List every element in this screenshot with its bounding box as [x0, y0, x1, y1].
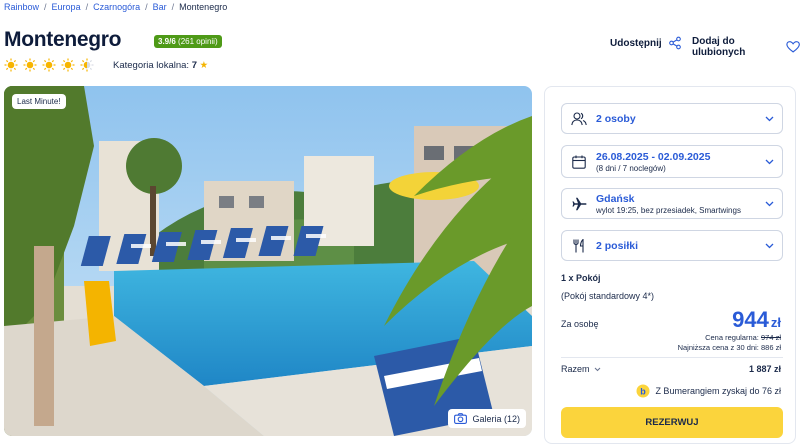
room-type: (Pokój standardowy 4*) [561, 291, 655, 301]
camera-icon [454, 413, 468, 424]
share-label: Udostępnij [610, 37, 662, 49]
sun-half-icon [80, 58, 94, 72]
sun-rating [4, 58, 94, 72]
sun-icon [4, 58, 18, 72]
breadcrumb-separator: / [145, 2, 148, 12]
dates-duration: (8 dni / 7 noclegów) [596, 163, 666, 173]
hotel-title: Montenegro [4, 28, 122, 51]
rating-count: (261 opinii) [178, 37, 218, 46]
share-button[interactable]: Udostępnij [610, 36, 682, 50]
favorite-button[interactable]: Dodaj do ulubionych [692, 36, 800, 58]
regular-price-value: 974 zł [760, 333, 781, 342]
gallery-button[interactable]: Galeria (12) [448, 409, 526, 428]
breadcrumb-current: Montenegro [179, 2, 228, 12]
meals-value: 2 posiłki [596, 239, 639, 252]
breadcrumb-link-bar[interactable]: Bar [153, 2, 167, 12]
persons-value: 2 osoby [596, 112, 636, 125]
per-person-label: Za osobę [561, 319, 599, 329]
chevron-down-icon [765, 116, 774, 121]
breadcrumb-separator: / [44, 2, 47, 12]
persons-select[interactable]: 2 osoby [561, 103, 783, 134]
cutlery-icon [570, 238, 588, 253]
favorite-label: Dodaj do ulubionych [692, 36, 746, 58]
local-category-value: 7 [191, 60, 197, 71]
departure-details: wylot 19:25, bez przesiadek, Smartwings [596, 205, 741, 215]
rating-badge[interactable]: 3.9/6 (261 opinii) [154, 35, 222, 48]
breadcrumb-link-rainbow[interactable]: Rainbow [4, 2, 39, 12]
breadcrumb-link-europa[interactable]: Europa [52, 2, 81, 12]
plane-icon [570, 197, 588, 211]
total-label: Razem [561, 364, 590, 374]
rating-score: 3.9/6 [158, 37, 176, 46]
booking-panel: 2 osoby 26.08.2025 - 02.09.2025 (8 dni /… [544, 86, 796, 444]
total-value: 1 887 zł [748, 364, 781, 374]
gallery-label: Galeria (12) [472, 413, 520, 424]
breadcrumb-link-czarnogora[interactable]: Czarnogóra [93, 2, 140, 12]
pool-photo [4, 86, 532, 436]
hotel-photo[interactable]: Last Minute! Galeria (12) [4, 86, 532, 436]
chevron-down-icon [765, 201, 774, 206]
boomerang-info: b Z Bumerangiem zyskaj do 76 zł [636, 384, 781, 398]
boomerang-logo-icon: b [636, 384, 650, 398]
svg-text:b: b [641, 386, 647, 396]
price-currency: zł [770, 315, 781, 330]
heart-icon [786, 41, 800, 53]
last-minute-badge: Last Minute! [12, 94, 66, 109]
departure-select[interactable]: Gdańsk wylot 19:25, bez przesiadek, Smar… [561, 188, 783, 219]
price-per-person: 944 zł [732, 307, 781, 333]
price-value: 944 [732, 307, 769, 332]
star-icon: ★ [199, 60, 209, 71]
reserve-button[interactable]: REZERWUJ [561, 407, 783, 438]
sun-icon [61, 58, 75, 72]
breadcrumb: Rainbow / Europa / Czarnogóra / Bar / Mo… [4, 2, 227, 12]
room-count: 1 x Pokój [561, 273, 601, 283]
share-icon [668, 36, 681, 50]
chevron-down-icon [765, 159, 774, 164]
persons-icon [570, 111, 588, 126]
breadcrumb-separator: / [171, 2, 175, 12]
divider [561, 357, 783, 358]
lowest-price-30-days: Najniższa cena z 30 dni: 886 zł [677, 343, 781, 352]
local-category-label: Kategoria lokalna: [113, 60, 190, 71]
dates-select[interactable]: 26.08.2025 - 02.09.2025 (8 dni / 7 nocle… [561, 145, 783, 178]
boomerang-text: Z Bumerangiem zyskaj do 76 zł [655, 386, 781, 396]
regular-price-label: Cena regularna: [705, 333, 759, 342]
chevron-down-icon [594, 367, 600, 371]
calendar-icon [570, 155, 588, 169]
sun-icon [23, 58, 37, 72]
breadcrumb-separator: / [85, 2, 89, 12]
dates-value: 26.08.2025 - 02.09.2025 [596, 150, 711, 163]
regular-price: Cena regularna: 974 zł [705, 333, 781, 342]
local-category: Kategoria lokalna: 7 ★ [113, 60, 208, 71]
chevron-down-icon [765, 243, 774, 248]
meals-select[interactable]: 2 posiłki [561, 230, 783, 261]
departure-value: Gdańsk [596, 192, 635, 205]
sun-icon [42, 58, 56, 72]
total-toggle[interactable]: Razem [561, 364, 601, 374]
